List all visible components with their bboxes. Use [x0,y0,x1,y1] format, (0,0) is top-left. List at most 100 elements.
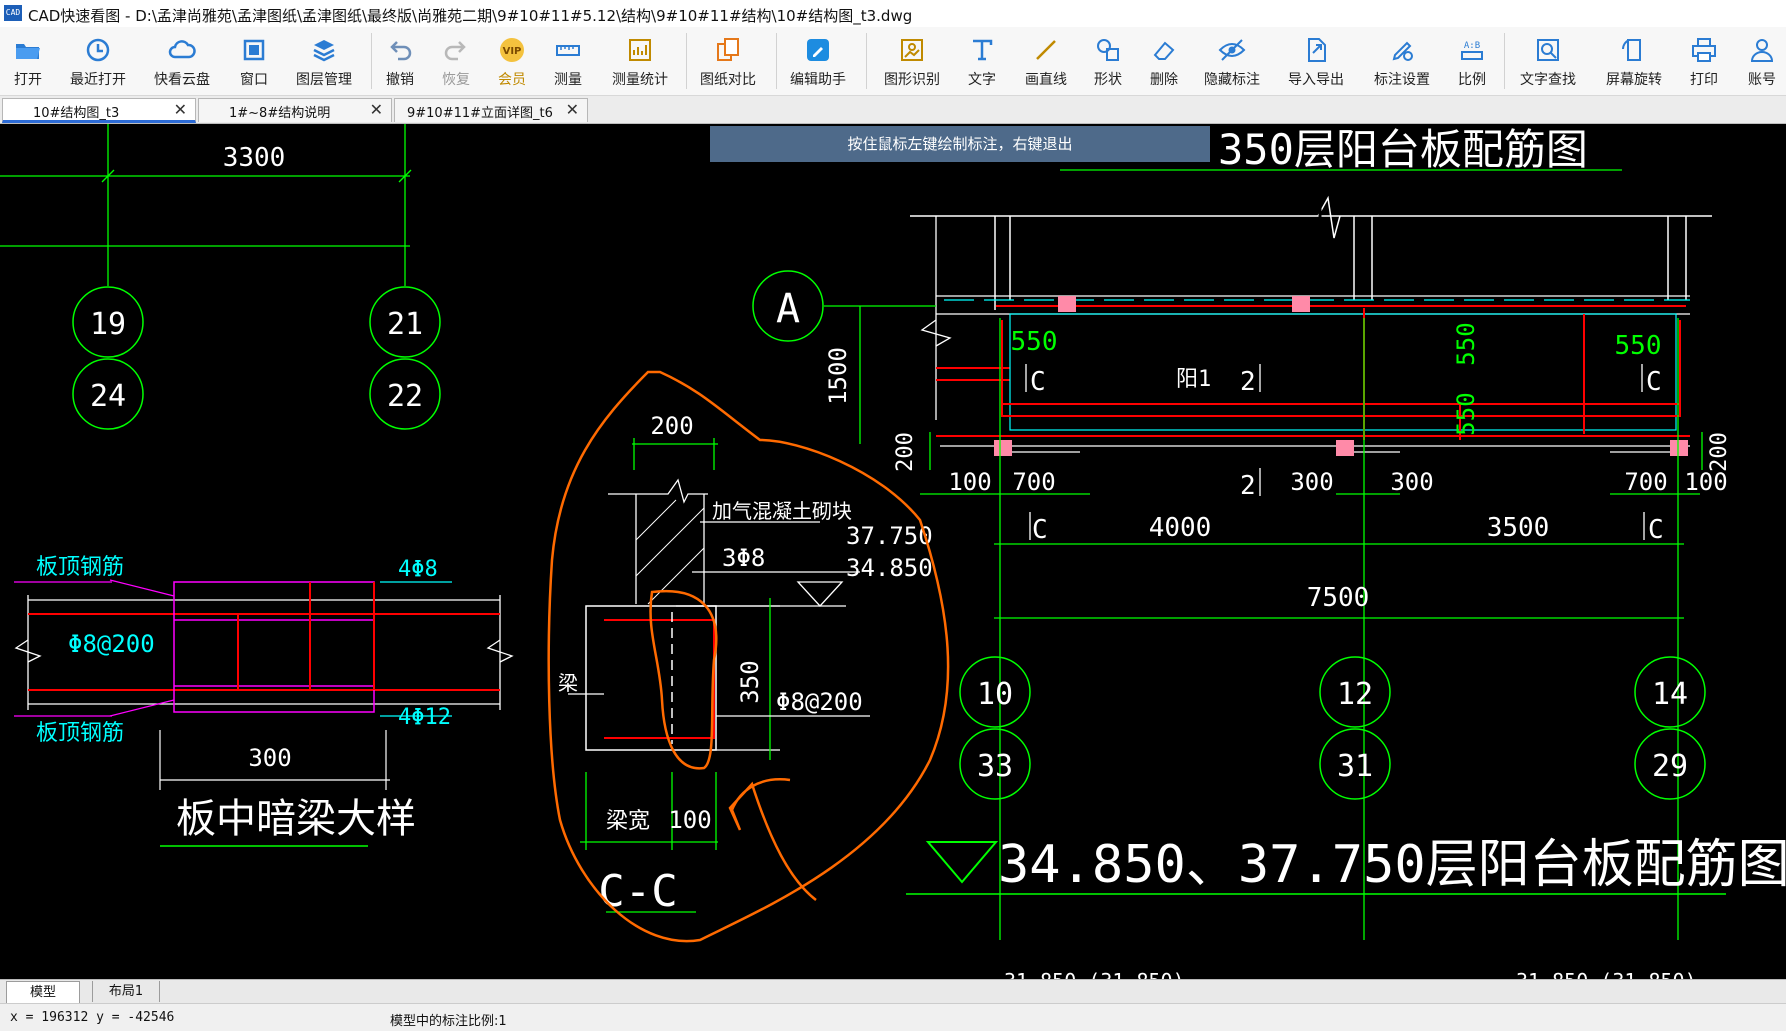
edit-helper-label: 编辑助手 [790,72,846,88]
dim-text: 700 [1012,468,1055,496]
rotate-button[interactable]: 屏幕旋转 [1602,27,1666,95]
redo-button[interactable]: 恢复 [436,27,476,95]
axis-label: 10 [977,677,1013,712]
tab-label: 9#10#11#立面详图_t6 [407,106,553,121]
undo-button[interactable]: 撤销 [380,27,420,95]
printer-icon [1692,38,1716,62]
window-title: CAD快速看图 - D:\孟津尚雅苑\孟津图纸\孟津图纸\最终版\尚雅苑二期\9… [28,7,913,25]
undo-icon [390,41,412,61]
account-button[interactable]: 账号 [1742,27,1782,95]
rotate-screen-icon [1622,39,1641,61]
tab-10-structure[interactable]: 10#结构图_t3 ✕ [2,98,196,123]
account-label: 账号 [1748,72,1776,88]
dim-text: 3500 [1487,513,1550,543]
open-label: 打开 [14,72,42,88]
eraser-icon [1153,41,1175,60]
export-icon [1308,38,1326,62]
shape-recog-button[interactable]: 图形识别 [880,27,944,95]
dim-text: 700 [1624,468,1667,496]
toolbar-divider [686,33,687,89]
toolbar-divider [776,33,777,89]
vip-button[interactable]: VIP 会员 [492,27,532,95]
line-button[interactable]: 画直线 [1020,27,1072,95]
cloud-icon [168,40,196,59]
recent-button[interactable]: 最近打开 [66,27,130,95]
dim-text: 200 [1707,432,1732,472]
compare-button[interactable]: 图纸对比 [696,27,760,95]
text-button[interactable]: 文字 [962,27,1002,95]
axis-bubble-22: 22 [369,358,441,430]
line-icon [1036,40,1056,60]
axis-label: 31 [1337,749,1373,784]
hide-annot-button[interactable]: 隐藏标注 [1200,27,1264,95]
dim-text: 100 [1684,468,1727,496]
rebar-length-label: 550 [1615,331,1662,361]
text-search-button[interactable]: 文字查找 [1516,27,1580,95]
beam-label: 梁 [558,671,578,695]
chart-icon [629,39,651,61]
axis-label: 14 [1652,677,1688,712]
compare-label: 图纸对比 [700,72,756,88]
axis-label: A [776,286,800,332]
axis-label: 12 [1337,677,1373,712]
close-icon[interactable]: ✕ [566,100,579,119]
measure-button[interactable]: 测量 [548,27,588,95]
rebar-label: 板顶钢筋 [36,721,124,746]
edit-helper-button[interactable]: 编辑助手 [786,27,850,95]
measure-stats-button[interactable]: 测量统计 [604,27,676,95]
window-button[interactable]: 窗口 [234,27,274,95]
ratio-button[interactable]: A:B 比例 [1452,27,1492,95]
tab-elevation-details[interactable]: 9#10#11#立面详图_t6 ✕ [394,98,588,122]
dim-text: 4000 [1149,513,1212,543]
axis-bubble-29: 29 [1634,728,1706,800]
import-export-button[interactable]: 导入导出 [1284,27,1348,95]
rebar-tag: C [1646,367,1662,397]
tab-layout1[interactable]: 布局1 [92,981,160,1002]
tab-label: 10#结构图_t3 [33,106,120,121]
axis-label: 33 [977,749,1013,784]
axis-bubble-19: 19 [72,286,144,358]
redo-label: 恢复 [442,72,470,88]
clock-icon [86,38,110,62]
axis-bubble-33: 33 [959,728,1031,800]
annot-settings-label: 标注设置 [1374,72,1430,88]
dim-text: 100 [668,806,711,834]
rebar-label: Φ8@200 [68,630,155,658]
rebar-length-label: 550 [1452,322,1480,365]
window-icon [243,39,265,61]
text-search-label: 文字查找 [1520,72,1576,88]
dim-text: 200 [893,432,918,472]
close-icon[interactable]: ✕ [370,100,383,119]
app-icon: CAD [4,5,22,21]
rebar-label: 3Φ8 [722,544,765,572]
tab-1-8-structure-notes[interactable]: 1#~8#结构说明 ✕ [198,98,392,122]
folder-open-icon [16,44,40,59]
elevation-label: 34.850 [846,554,933,582]
elevation-label: 31.850 (31.850) [1516,969,1697,979]
delete-button[interactable]: 删除 [1144,27,1184,95]
tab-model[interactable]: 模型 [6,981,80,1003]
balcony-slab-plan: 350层阳台板配筋图 A 1500 200 200 550 550 550 55… [752,125,1786,979]
svg-text:VIP: VIP [503,46,522,57]
coordinate-readout: x = 196312 y = -42546 [10,1010,175,1025]
layers-button[interactable]: 图层管理 [288,27,360,95]
drawing-canvas[interactable]: 3300 19 24 21 22 板顶钢筋 板顶钢筋 4Φ8 Φ8@200 4Φ… [0,124,1786,979]
shape-recog-icon [901,39,923,61]
window-label: 窗口 [240,72,268,88]
hide-annot-label: 隐藏标注 [1204,72,1260,88]
print-button[interactable]: 打印 [1684,27,1724,95]
rebar-label: Φ8@200 [776,688,863,716]
delete-label: 删除 [1150,72,1178,88]
cloud-button[interactable]: 快看云盘 [150,27,214,95]
close-icon[interactable]: ✕ [174,100,187,119]
elevation-label: 31.850 (31.850) [1004,969,1185,979]
shape-button[interactable]: 形状 [1088,27,1128,95]
layers-label: 图层管理 [296,72,352,88]
status-bar: x = 196312 y = -42546 模型中的标注比例:1 [0,1003,1786,1031]
open-button[interactable]: 打开 [8,27,48,95]
rebar-length-label: 550 [1011,327,1058,357]
shape-label: 形状 [1094,72,1122,88]
toolbar-divider [866,33,867,89]
annot-settings-button[interactable]: 标注设置 [1370,27,1434,95]
detail-title: 板中暗梁大样 [176,796,416,842]
